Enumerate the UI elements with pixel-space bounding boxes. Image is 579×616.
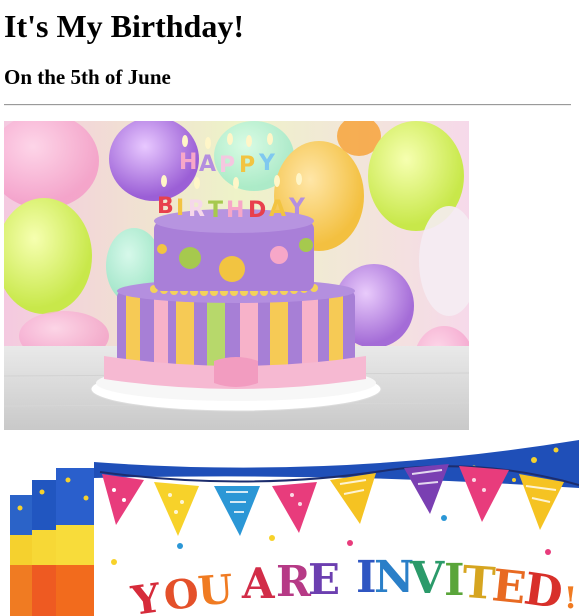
svg-text:A: A [199,152,216,177]
party-invitation-image: Y O U A R E I N V I T E D ! [4,440,579,616]
svg-text:R: R [188,197,205,222]
svg-text:H: H [179,150,197,175]
svg-text:I: I [176,196,184,221]
birthday-cake-image: H A P P Y B I R T H D A Y [4,121,469,430]
svg-text:D: D [521,563,566,616]
svg-text:Y: Y [258,151,276,176]
svg-text:N: N [374,552,414,603]
svg-text:O: O [161,570,201,616]
page: It's My Birthday! On the 5th of June H A… [0,0,579,616]
svg-text:Y: Y [288,195,306,220]
svg-text:U: U [196,566,234,615]
svg-text:A: A [269,197,286,222]
page-title: It's My Birthday! [4,8,244,44]
page-subtitle: On the 5th of June [4,65,171,89]
svg-text:!: ! [564,581,577,616]
svg-text:D: D [248,198,266,223]
svg-text:R: R [276,557,312,606]
svg-text:V: V [409,553,445,604]
divider [4,104,571,106]
svg-text:P: P [219,153,235,178]
svg-text:A: A [241,559,276,608]
svg-text:H: H [226,198,244,223]
svg-text:T: T [208,198,223,223]
svg-text:P: P [239,153,255,178]
svg-text:E: E [308,555,340,604]
svg-text:B: B [157,194,174,219]
